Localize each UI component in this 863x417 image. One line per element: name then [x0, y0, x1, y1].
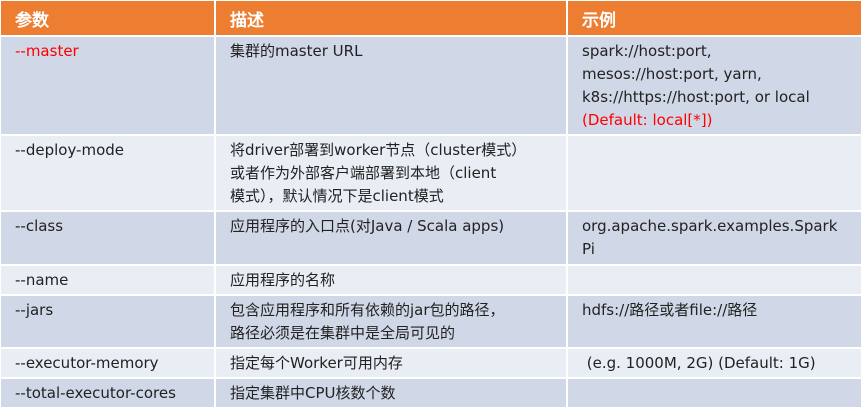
example-cell	[567, 135, 861, 212]
example-cell	[567, 265, 861, 296]
description-line: 指定每个Worker可用内存	[230, 354, 403, 372]
param-name: --total-executor-cores	[15, 384, 176, 402]
description-line: 集群的master URL	[230, 42, 363, 60]
param-name: --class	[15, 217, 64, 235]
param-cell: --jars	[1, 295, 216, 349]
description-cell: 包含应用程序和所有依赖的jar包的路径， 路径必须是在集群中是全局可见的	[215, 295, 568, 349]
example-cell: org.apache.spark.examples.Spark Pi	[567, 211, 861, 266]
description-cell: 将driver部署到worker节点（cluster模式） 或者作为外部客户端部…	[215, 135, 568, 212]
table-row-total-executor-cores: --total-executor-cores 指定集群中CPU核数个数	[1, 378, 861, 409]
example-line: Pi	[582, 240, 595, 258]
header-row: 参数 描述 示例	[1, 1, 861, 37]
example-cell	[567, 378, 861, 409]
description-line: 指定集群中CPU核数个数	[230, 384, 396, 402]
param-cell: --total-executor-cores	[1, 378, 216, 409]
example-line: k8s://https://host:port, or local	[582, 88, 810, 106]
description-cell: 集群的master URL	[215, 36, 568, 136]
description-cell: 应用程序的入口点(对Java / Scala apps)	[215, 211, 568, 266]
param-cell: --name	[1, 265, 216, 296]
header-param: 参数	[1, 1, 216, 37]
param-cell: --class	[1, 211, 216, 266]
description-line: 应用程序的名称	[230, 271, 336, 289]
example-default-note: (Default: local[*])	[582, 111, 713, 129]
example-cell: hdfs://路径或者file://路径	[567, 295, 861, 349]
table-row-jars: --jars 包含应用程序和所有依赖的jar包的路径， 路径必须是在集群中是全局…	[1, 295, 861, 349]
example-cell: (e.g. 1000M, 2G) (Default: 1G)	[567, 348, 861, 379]
table-row-executor-memory: --executor-memory 指定每个Worker可用内存 (e.g. 1…	[1, 348, 861, 379]
example-line: spark://host:port,	[582, 42, 712, 60]
example-line: mesos://host:port, yarn,	[582, 65, 762, 83]
param-cell: --master	[1, 36, 216, 136]
description-cell: 指定每个Worker可用内存	[215, 348, 568, 379]
table-row-class: --class 应用程序的入口点(对Java / Scala apps) org…	[1, 211, 861, 266]
description-line: 路径必须是在集群中是全局可见的	[230, 324, 456, 342]
param-name: --deploy-mode	[15, 141, 125, 159]
spark-submit-options-table: 参数 描述 示例 --master 集群的master URL spark://…	[1, 1, 861, 409]
example-line: (e.g. 1000M, 2G) (Default: 1G)	[582, 354, 816, 372]
param-cell: --executor-memory	[1, 348, 216, 379]
table-row-deploy-mode: --deploy-mode 将driver部署到worker节点（cluster…	[1, 135, 861, 212]
param-name: --master	[15, 42, 79, 60]
example-cell: spark://host:port, mesos://host:port, ya…	[567, 36, 861, 136]
header-description: 描述	[215, 1, 568, 37]
param-name: --name	[15, 271, 69, 289]
param-name: --executor-memory	[15, 354, 159, 372]
table-row-name: --name 应用程序的名称	[1, 265, 861, 296]
description-line: 应用程序的入口点(对Java / Scala apps)	[230, 217, 505, 235]
description-cell: 指定集群中CPU核数个数	[215, 378, 568, 409]
example-line: hdfs://路径或者file://路径	[582, 301, 758, 319]
description-line: 或者作为外部客户端部署到本地（client	[230, 164, 497, 182]
table-row-master: --master 集群的master URL spark://host:port…	[1, 36, 861, 136]
description-line: 将driver部署到worker节点（cluster模式）	[230, 141, 527, 159]
header-example: 示例	[567, 1, 861, 37]
description-line: 模式），默认情况下是client模式	[230, 187, 444, 205]
param-cell: --deploy-mode	[1, 135, 216, 212]
description-line: 包含应用程序和所有依赖的jar包的路径，	[230, 301, 505, 319]
example-line: org.apache.spark.examples.Spark	[582, 217, 838, 235]
description-cell: 应用程序的名称	[215, 265, 568, 296]
param-name: --jars	[15, 301, 54, 319]
